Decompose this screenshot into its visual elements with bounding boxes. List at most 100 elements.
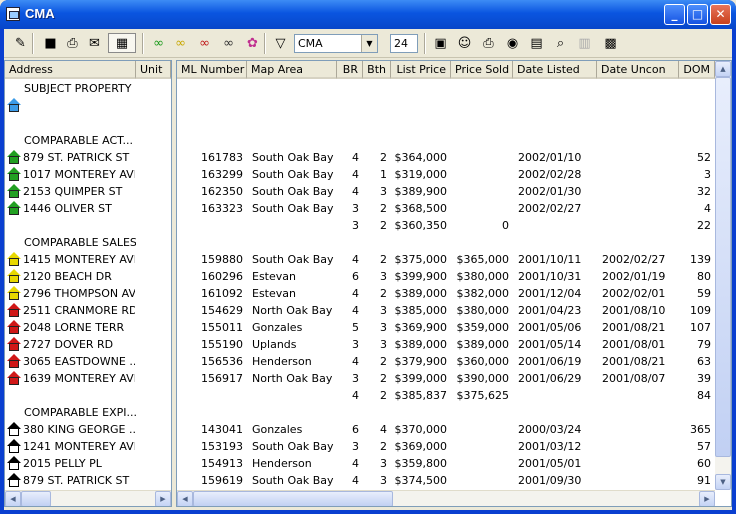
column-header-br[interactable]: BR xyxy=(337,61,363,79)
table-row[interactable]: 2015 PELLY PL xyxy=(5,455,171,472)
scroll-thumb[interactable] xyxy=(193,491,393,506)
dom-cell: 39 xyxy=(697,372,711,385)
table-row[interactable]: 2727 DOVER RD xyxy=(5,336,171,353)
table-row[interactable]: 154913 Henderson 4 3 $359,800 2001/05/01 60 xyxy=(177,455,715,472)
close-button[interactable]: ✕ xyxy=(710,4,731,25)
printer-icon[interactable]: ⎙ xyxy=(478,33,499,53)
column-header-dom[interactable]: DOM xyxy=(679,61,715,79)
filter-icon[interactable]: ▽ xyxy=(270,33,291,53)
chevron-down-icon[interactable]: ▼ xyxy=(361,35,377,52)
table-row[interactable]: 162350 South Oak Bay 4 3 $389,900 2002/01/30 3… xyxy=(177,183,715,200)
table-row[interactable]: 155190 Uplands 3 3 $389,000 $389,000 2001/05/1… xyxy=(177,336,715,353)
right-horizontal-scrollbar[interactable]: ◀ ▶ xyxy=(177,490,715,506)
table-row[interactable]: 879 ST. PATRICK ST xyxy=(5,149,171,166)
table-row[interactable]: 155011 Gonzales 5 3 $369,900 $359,000 2001/05/… xyxy=(177,319,715,336)
table-row[interactable]: 160296 Estevan 6 3 $399,900 $380,000 2001/10/3… xyxy=(177,268,715,285)
print-icon[interactable]: ⎙ xyxy=(62,33,83,53)
table-row[interactable]: 1415 MONTEREY AVE xyxy=(5,251,171,268)
scroll-down-icon[interactable]: ▼ xyxy=(715,474,731,490)
table-row[interactable]: 161783 South Oak Bay 4 2 $364,000 2002/01/10 5… xyxy=(177,149,715,166)
screen-icon[interactable]: ▣ xyxy=(430,33,451,53)
table-row[interactable]: 2048 LORNE TERR xyxy=(5,319,171,336)
table-row[interactable]: 159619 South Oak Bay 4 3 $374,500 2001/09/30 9… xyxy=(177,472,715,489)
table-row xyxy=(5,115,171,132)
house-icon xyxy=(7,354,22,368)
title-bar[interactable]: CMA _ □ ✕ xyxy=(0,0,736,29)
scroll-thumb[interactable] xyxy=(21,491,51,506)
list-price-cell: $359,800 xyxy=(394,457,448,470)
layout-combo[interactable]: CMA ▼ xyxy=(294,34,378,53)
table-row[interactable]: 1639 MONTEREY AVE xyxy=(5,370,171,387)
table-row[interactable]: 163299 South Oak Bay 4 1 $319,000 2002/02/28 3 xyxy=(177,166,715,183)
column-header-date-uncon[interactable]: Date Uncon xyxy=(597,61,679,79)
table-row[interactable]: 143041 Gonzales 6 4 $370,000 2000/03/24 365 xyxy=(177,421,715,438)
scroll-right-icon[interactable]: ▶ xyxy=(699,491,715,506)
map-area-cell: South Oak Bay xyxy=(252,151,334,164)
column-header-map-area[interactable]: Map Area xyxy=(247,61,337,79)
save-icon[interactable]: ■ xyxy=(40,33,61,53)
vertical-scrollbar[interactable]: ▲ ▼ xyxy=(715,61,731,490)
color-wheel-icon[interactable]: ✿ xyxy=(242,33,263,53)
column-header-date-listed[interactable]: Date Listed xyxy=(513,61,597,79)
report-icon[interactable]: ▤ xyxy=(526,33,547,53)
br-cell: 3 xyxy=(352,338,359,351)
table-row[interactable]: 380 KING GEORGE ... xyxy=(5,421,171,438)
email-icon[interactable]: ✉ xyxy=(84,33,105,53)
column-header-address[interactable]: Address xyxy=(5,61,136,79)
table-row[interactable]: 3065 EASTDOWNE ... xyxy=(5,353,171,370)
table-row[interactable]: 1017 MONTEREY AVE xyxy=(5,166,171,183)
bth-cell: 2 xyxy=(380,151,387,164)
calculator-icon[interactable]: ▩ xyxy=(600,33,621,53)
br-cell: 4 xyxy=(352,168,359,181)
table-row[interactable]: 153193 South Oak Bay 3 2 $369,000 2001/03/12 5… xyxy=(177,438,715,455)
minimize-button[interactable]: _ xyxy=(664,4,685,25)
dom-cell: 365 xyxy=(690,423,711,436)
table-row[interactable]: 156536 Henderson 4 2 $379,900 $360,000 2001/06… xyxy=(177,353,715,370)
binoculars-yellow-icon[interactable]: ∞ xyxy=(170,33,191,53)
scroll-left-icon[interactable]: ◀ xyxy=(177,491,193,506)
table-row[interactable]: 2153 QUIMPER ST xyxy=(5,183,171,200)
maximize-button[interactable]: □ xyxy=(687,4,708,25)
binoculars-green-icon[interactable]: ∞ xyxy=(148,33,169,53)
table-row[interactable]: 1241 MONTEREY AVE xyxy=(5,438,171,455)
column-header-list-price[interactable]: List Price xyxy=(391,61,451,79)
people-icon[interactable]: ☺ xyxy=(454,33,475,53)
bth-cell: 2 xyxy=(380,372,387,385)
left-horizontal-scrollbar[interactable]: ◀ ▶ xyxy=(5,490,171,506)
binoculars-white-icon[interactable]: ∞ xyxy=(218,33,239,53)
date-uncon-cell: 2001/08/21 xyxy=(602,321,666,334)
table-row[interactable]: 154629 North Oak Bay 4 3 $385,000 $380,000 200… xyxy=(177,302,715,319)
ml-number-cell: 161092 xyxy=(201,287,243,300)
ml-number-cell: 154629 xyxy=(201,304,243,317)
count-field[interactable]: 24 xyxy=(390,34,418,53)
vertical-scroll-thumb[interactable] xyxy=(715,77,731,457)
table-row[interactable]: 2120 BEACH DR xyxy=(5,268,171,285)
table-row[interactable]: 156917 North Oak Bay 3 2 $399,000 $390,000 200… xyxy=(177,370,715,387)
column-header-unit[interactable]: Unit xyxy=(136,61,171,79)
price-sold-cell: $380,000 xyxy=(456,304,510,317)
scroll-left-icon[interactable]: ◀ xyxy=(5,491,21,506)
table-row[interactable]: 161092 Estevan 4 2 $389,000 $382,000 2001/12/0… xyxy=(177,285,715,302)
table-row[interactable]: 879 ST. PATRICK ST xyxy=(5,472,171,489)
globe-icon[interactable]: ◉ xyxy=(502,33,523,53)
ml-number-cell: 163323 xyxy=(201,202,243,215)
house-body xyxy=(9,258,19,266)
table-row[interactable]: 1446 OLIVER ST xyxy=(5,200,171,217)
column-header-bth[interactable]: Bth xyxy=(363,61,391,79)
table-row[interactable]: 163323 South Oak Bay 3 2 $368,500 2002/02/27 4 xyxy=(177,200,715,217)
column-header-ml-number[interactable]: ML Number xyxy=(177,61,247,79)
edit-icon[interactable]: ✎ xyxy=(10,33,31,53)
house-icon xyxy=(7,456,22,470)
table-row[interactable]: 2511 CRANMORE RD xyxy=(5,302,171,319)
search-doc-icon[interactable]: ⌕ xyxy=(550,33,571,53)
table-row[interactable]: 159880 South Oak Bay 4 2 $375,000 $365,000 200… xyxy=(177,251,715,268)
binoculars-red-icon[interactable]: ∞ xyxy=(194,33,215,53)
table-row[interactable] xyxy=(5,97,171,115)
disabled-doc-icon[interactable]: ▥ xyxy=(574,33,595,53)
grid-view-icon[interactable]: ▦ xyxy=(108,33,136,53)
scroll-up-icon[interactable]: ▲ xyxy=(715,61,731,77)
column-header-price-sold[interactable]: Price Sold xyxy=(451,61,513,79)
date-listed-cell: 2001/04/23 xyxy=(518,304,582,317)
table-row[interactable]: 2796 THOMPSON AVE xyxy=(5,285,171,302)
scroll-right-icon[interactable]: ▶ xyxy=(155,491,171,506)
